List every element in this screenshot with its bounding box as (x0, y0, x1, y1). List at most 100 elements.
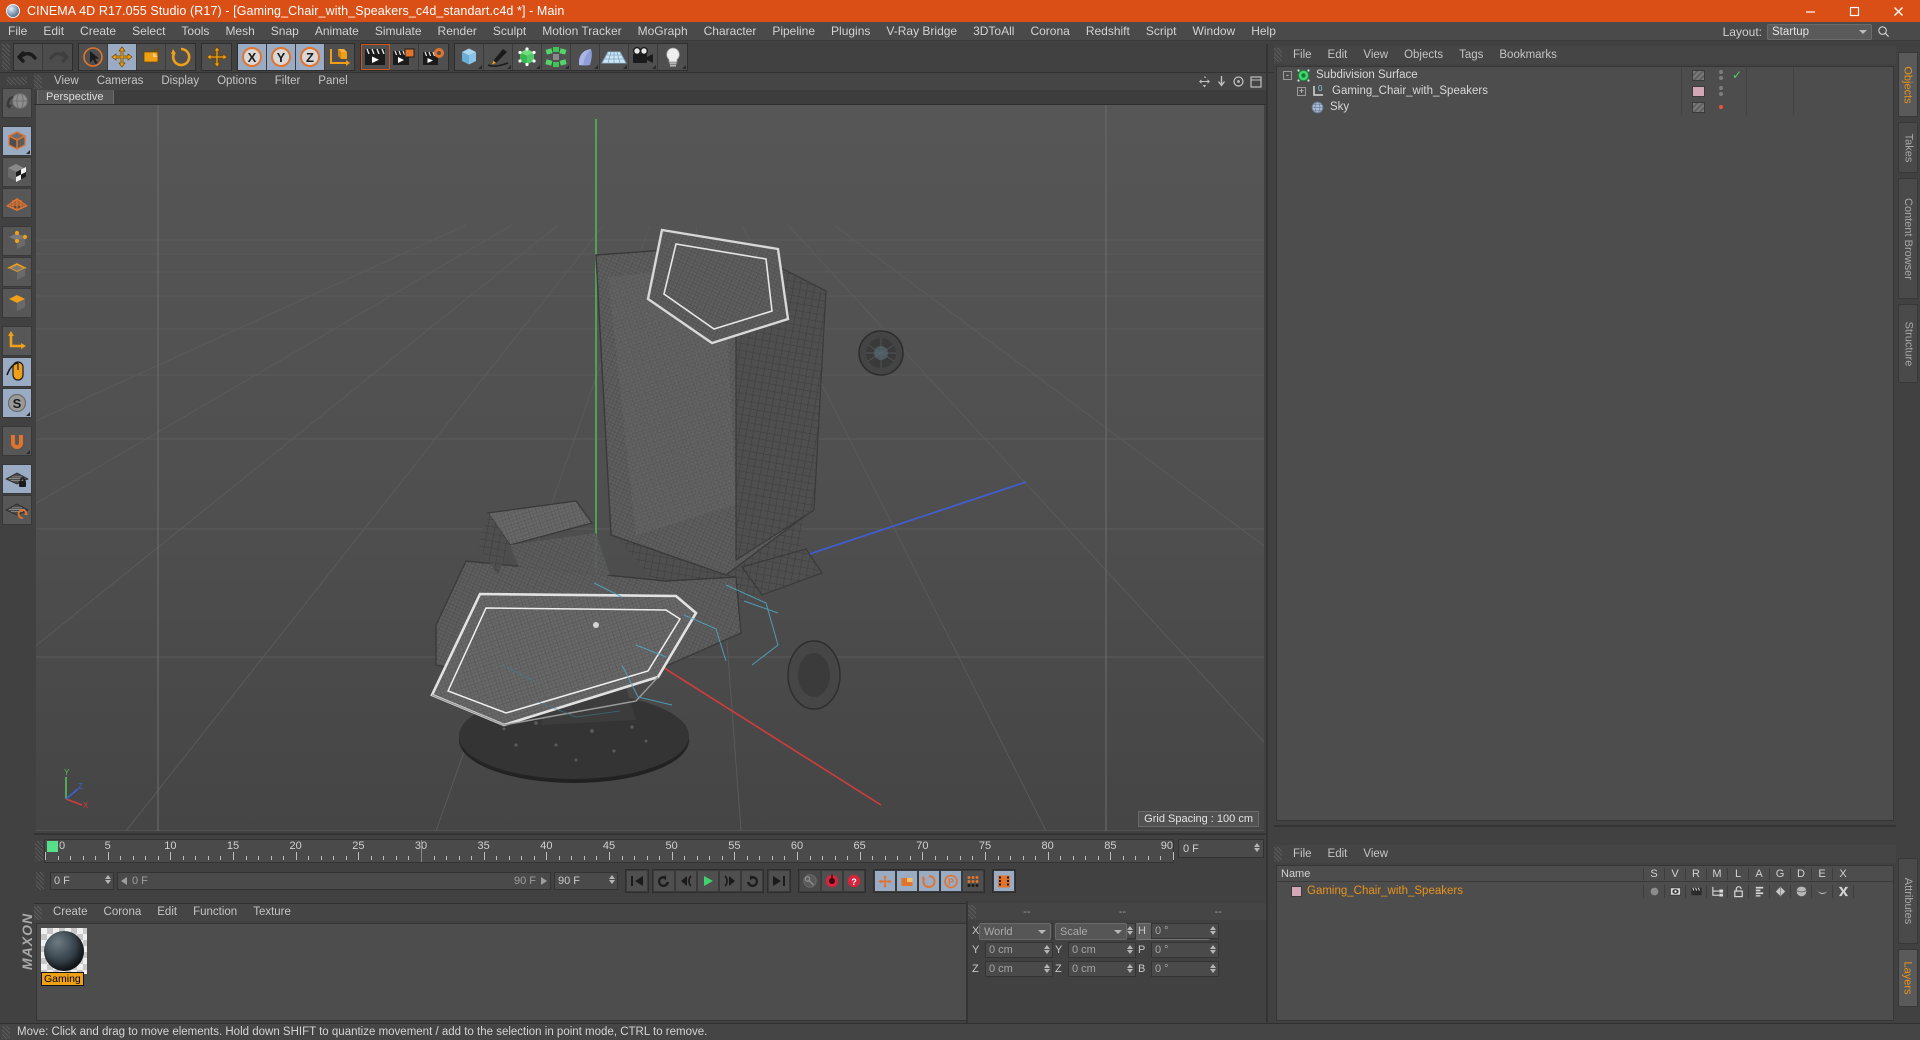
menu-item-plugins[interactable]: Plugins (823, 22, 878, 41)
material-menu-corona[interactable]: Corona (96, 904, 150, 921)
position-z-input[interactable]: 0 cm (985, 961, 1053, 977)
left-toolbar-grip[interactable] (7, 77, 27, 85)
menu-item-mograph[interactable]: MoGraph (630, 22, 696, 41)
add-primitive-cube-button[interactable] (455, 43, 484, 70)
record-pla-button[interactable] (962, 870, 984, 892)
tag-cell-swatch[interactable] (1681, 83, 1714, 99)
object-tree-row[interactable]: +0 Gaming_Chair_with_Speakers (1277, 83, 1893, 99)
move-tool-alt[interactable] (202, 43, 231, 70)
spinner-icon[interactable] (1210, 926, 1216, 935)
material-menu-function[interactable]: Function (185, 904, 245, 921)
live-selection-tool[interactable] (79, 43, 108, 70)
object-tree-row[interactable]: - Subdivision Surface ✓ (1277, 67, 1893, 83)
rotate-view-icon[interactable] (1232, 75, 1245, 88)
generator-icon[interactable] (1769, 884, 1790, 898)
menu-item-file[interactable]: File (0, 22, 35, 41)
menu-item-create[interactable]: Create (72, 22, 124, 41)
menu-item-snap[interactable]: Snap (263, 22, 307, 41)
viewport-menu-cameras[interactable]: Cameras (88, 73, 153, 90)
record-active-objects-button[interactable] (821, 870, 843, 892)
tag-column-E[interactable]: E (1811, 867, 1832, 880)
minimize-button[interactable] (1788, 0, 1832, 22)
viewport-menu-display[interactable]: Display (152, 73, 208, 90)
previous-key-button[interactable] (653, 870, 675, 892)
tag-column-L[interactable]: L (1727, 867, 1748, 880)
timeline-ruler[interactable]: 051015202530354045505560657075808590 (44, 839, 1174, 863)
tag-cell-check[interactable] (1728, 99, 1746, 115)
add-camera-button[interactable] (629, 43, 658, 70)
object-menu-file[interactable]: File (1285, 47, 1320, 64)
world-object-coordinate-toggle[interactable] (325, 43, 354, 70)
undo-button[interactable] (14, 43, 43, 70)
tag-cell-dots[interactable] (1714, 99, 1728, 115)
menu-item-redshift[interactable]: Redshift (1078, 22, 1138, 41)
rotation-p-input[interactable]: 0 ° (1151, 942, 1219, 958)
spinner-icon[interactable] (1044, 945, 1050, 954)
tag-manager-grip[interactable] (1274, 847, 1282, 861)
object-tree-row[interactable]: Sky (1277, 99, 1893, 115)
next-key-button[interactable] (741, 870, 763, 892)
maximize-button[interactable] (1832, 0, 1876, 22)
go-to-start-button[interactable] (626, 870, 648, 892)
tag-column-S[interactable]: S (1643, 867, 1664, 880)
polygon-mode-button[interactable] (2, 188, 32, 218)
play-button[interactable] (697, 870, 719, 892)
lock-z-axis[interactable]: Z (296, 43, 325, 70)
deformer-icon[interactable] (1790, 884, 1811, 898)
viewport-menu-filter[interactable]: Filter (266, 73, 310, 90)
object-menu-view[interactable]: View (1355, 47, 1396, 64)
tag-menu-edit[interactable]: Edit (1320, 846, 1356, 863)
workplane-lock-button[interactable] (2, 464, 32, 494)
vertical-tab-objects[interactable]: Objects (1898, 52, 1918, 117)
timeline-controls-grip[interactable] (36, 872, 44, 890)
unlock-icon[interactable] (1727, 884, 1748, 898)
render-clapboard-icon[interactable] (1685, 884, 1706, 898)
spinner-icon[interactable] (1254, 843, 1260, 852)
panel-divider-coord[interactable] (966, 901, 968, 1023)
tag-cell-check[interactable]: ✓ (1728, 67, 1746, 83)
material-item[interactable]: Gaming (41, 928, 87, 986)
range-right-arrow-icon[interactable] (539, 877, 547, 885)
object-manager-grip[interactable] (1274, 48, 1282, 62)
coordinate-space-select[interactable]: World (979, 923, 1051, 940)
add-deformer-button[interactable] (571, 43, 600, 70)
cache-icon[interactable] (1811, 884, 1832, 898)
range-left-arrow-icon[interactable] (121, 877, 129, 885)
preview-end-field[interactable]: 90 F (554, 872, 618, 890)
hierarchy-icon[interactable] (1706, 884, 1727, 898)
expression-icon[interactable] (1832, 884, 1853, 898)
enabled-check-icon[interactable]: ✓ (1732, 68, 1742, 82)
undo-view-button[interactable] (2, 88, 32, 118)
size-z-input[interactable]: 0 cm (1068, 961, 1136, 977)
spinner-icon[interactable] (1127, 964, 1133, 973)
menu-item-v-ray-bridge[interactable]: V-Ray Bridge (878, 22, 965, 41)
solo-dot-icon[interactable] (1643, 884, 1664, 898)
magnet-tool-button[interactable] (2, 426, 32, 456)
enable-axis-modification-button[interactable] (2, 357, 32, 387)
go-to-end-button[interactable] (768, 870, 790, 892)
texture-mode-button[interactable] (2, 157, 32, 187)
object-tree[interactable]: - Subdivision Surface ✓ +0 Gaming_Chair_with… (1276, 66, 1894, 821)
menu-item-render[interactable]: Render (430, 22, 485, 41)
frame-range-bar[interactable]: 0 F 90 F (117, 872, 551, 890)
visibility-dots-icon[interactable] (1719, 105, 1723, 109)
tag-table[interactable]: Name SVRMLAGDEX Gaming_Chair_with_Speake… (1276, 865, 1894, 1021)
coordinate-mode-select[interactable]: Scale (1055, 923, 1127, 940)
pan-view-icon[interactable] (1198, 75, 1211, 88)
timeline-view-button[interactable] (993, 870, 1015, 892)
menu-item-animate[interactable]: Animate (307, 22, 367, 41)
tag-menu-file[interactable]: File (1285, 846, 1320, 863)
redo-button[interactable] (43, 43, 72, 70)
record-parameter-button[interactable]: P (940, 870, 962, 892)
record-scale-button[interactable] (896, 870, 918, 892)
add-generator-button[interactable] (513, 43, 542, 70)
tag-column-X[interactable]: X (1832, 867, 1853, 880)
maximize-view-icon[interactable] (1250, 75, 1262, 88)
position-y-input[interactable]: 0 cm (985, 942, 1053, 958)
animation-bars-icon[interactable] (1748, 884, 1769, 898)
vertical-tab-structure[interactable]: Structure (1898, 304, 1918, 383)
autokey-button[interactable] (799, 870, 821, 892)
close-button[interactable] (1876, 0, 1920, 22)
tree-expander-collapse-icon[interactable]: - (1283, 70, 1292, 80)
tag-column-D[interactable]: D (1790, 867, 1811, 880)
